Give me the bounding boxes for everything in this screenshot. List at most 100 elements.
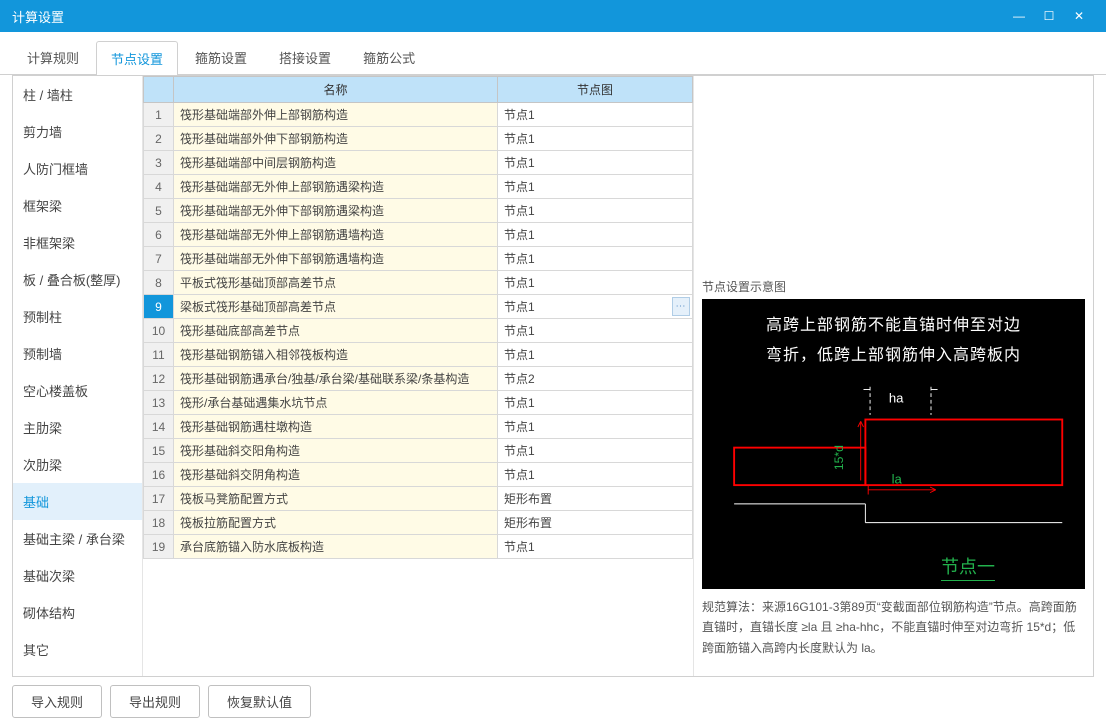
- table-row[interactable]: 6筏形基础端部无外伸上部钢筋遇墙构造节点1: [144, 223, 693, 247]
- row-diagram-cell[interactable]: 节点1: [498, 223, 693, 247]
- sidebar-item-5[interactable]: 板 / 叠合板(整厚): [13, 261, 142, 298]
- table-row[interactable]: 11筏形基础钢筋锚入相邻筏板构造节点1: [144, 343, 693, 367]
- sidebar-item-1[interactable]: 剪力墙: [13, 113, 142, 150]
- bottom-bar: 导入规则 导出规则 恢复默认值: [0, 685, 1106, 728]
- tab-3[interactable]: 搭接设置: [264, 40, 346, 74]
- table-row[interactable]: 1筏形基础端部外伸上部钢筋构造节点1: [144, 103, 693, 127]
- maximize-button[interactable]: ☐: [1034, 0, 1064, 32]
- table-row[interactable]: 3筏形基础端部中间层钢筋构造节点1: [144, 151, 693, 175]
- import-button[interactable]: 导入规则: [12, 685, 102, 718]
- row-diagram-cell[interactable]: 节点1: [498, 175, 693, 199]
- table-row[interactable]: 15筏形基础斜交阳角构造节点1: [144, 439, 693, 463]
- row-name: 筏形基础端部无外伸下部钢筋遇墙构造: [174, 247, 498, 271]
- row-diagram-cell[interactable]: 节点1: [498, 535, 693, 559]
- col-index-header: [144, 77, 174, 103]
- row-name: 梁板式筏形基础顶部高差节点: [174, 295, 498, 319]
- row-name: 筏形基础钢筋锚入相邻筏板构造: [174, 343, 498, 367]
- table-row[interactable]: 8平板式筏形基础顶部高差节点节点1: [144, 271, 693, 295]
- tab-4[interactable]: 箍筋公式: [348, 40, 430, 74]
- row-number: 5: [144, 199, 174, 223]
- row-diagram-cell[interactable]: 矩形布置: [498, 511, 693, 535]
- sidebar-item-0[interactable]: 柱 / 墙柱: [13, 76, 142, 113]
- col-diagram-header: 节点图: [498, 77, 693, 103]
- sidebar-item-4[interactable]: 非框架梁: [13, 224, 142, 261]
- sidebar-item-9[interactable]: 主肋梁: [13, 409, 142, 446]
- row-diagram-cell[interactable]: 节点1: [498, 439, 693, 463]
- row-name: 筏形基础端部中间层钢筋构造: [174, 151, 498, 175]
- node-table: 名称 节点图 1筏形基础端部外伸上部钢筋构造节点12筏形基础端部外伸下部钢筋构造…: [143, 76, 693, 559]
- sidebar-item-15[interactable]: 其它: [13, 631, 142, 668]
- row-diagram-cell[interactable]: 节点1: [498, 319, 693, 343]
- tab-0[interactable]: 计算规则: [12, 40, 94, 74]
- sidebar-item-7[interactable]: 预制墙: [13, 335, 142, 372]
- row-number: 14: [144, 415, 174, 439]
- sidebar-item-11[interactable]: 基础: [13, 483, 142, 520]
- sidebar-item-13[interactable]: 基础次梁: [13, 557, 142, 594]
- figure-text-2: 弯折，低跨上部钢筋伸入高跨板内: [712, 341, 1075, 371]
- row-diagram-cell[interactable]: 矩形布置: [498, 487, 693, 511]
- table-row[interactable]: 2筏形基础端部外伸下部钢筋构造节点1: [144, 127, 693, 151]
- table-row[interactable]: 19承台底筋锚入防水底板构造节点1: [144, 535, 693, 559]
- row-diagram-cell[interactable]: 节点1: [498, 343, 693, 367]
- row-number: 4: [144, 175, 174, 199]
- row-diagram-cell[interactable]: 节点1: [498, 247, 693, 271]
- table-row[interactable]: 18筏板拉筋配置方式矩形布置: [144, 511, 693, 535]
- sidebar-item-3[interactable]: 框架梁: [13, 187, 142, 224]
- reset-button[interactable]: 恢复默认值: [208, 685, 311, 718]
- sidebar-item-10[interactable]: 次肋梁: [13, 446, 142, 483]
- row-diagram-cell[interactable]: 节点1: [498, 415, 693, 439]
- sidebar-item-2[interactable]: 人防门框墙: [13, 150, 142, 187]
- row-diagram-cell[interactable]: 节点1⋯: [498, 295, 693, 319]
- row-name: 承台底筋锚入防水底板构造: [174, 535, 498, 559]
- row-diagram-cell[interactable]: 节点1: [498, 271, 693, 295]
- row-diagram-cell[interactable]: 节点1: [498, 103, 693, 127]
- table-row[interactable]: 7筏形基础端部无外伸下部钢筋遇墙构造节点1: [144, 247, 693, 271]
- row-number: 15: [144, 439, 174, 463]
- row-number: 2: [144, 127, 174, 151]
- table-row[interactable]: 16筏形基础斜交阴角构造节点1: [144, 463, 693, 487]
- sidebar-item-6[interactable]: 预制柱: [13, 298, 142, 335]
- tab-2[interactable]: 箍筋设置: [180, 40, 262, 74]
- table-row[interactable]: 9梁板式筏形基础顶部高差节点节点1⋯: [144, 295, 693, 319]
- minimize-button[interactable]: —: [1004, 0, 1034, 32]
- table-row[interactable]: 17筏板马凳筋配置方式矩形布置: [144, 487, 693, 511]
- diagram-svg: ha 15*d la: [712, 382, 1075, 532]
- sidebar-item-8[interactable]: 空心楼盖板: [13, 372, 142, 409]
- sidebar-item-14[interactable]: 砌体结构: [13, 594, 142, 631]
- sidebar-item-12[interactable]: 基础主梁 / 承台梁: [13, 520, 142, 557]
- sidebar: 柱 / 墙柱剪力墙人防门框墙框架梁非框架梁板 / 叠合板(整厚)预制柱预制墙空心…: [13, 76, 143, 676]
- row-name: 筏形基础钢筋遇承台/独基/承台梁/基础联系梁/条基构造: [174, 367, 498, 391]
- row-number: 1: [144, 103, 174, 127]
- row-number: 6: [144, 223, 174, 247]
- table-row[interactable]: 12筏形基础钢筋遇承台/独基/承台梁/基础联系梁/条基构造节点2: [144, 367, 693, 391]
- tab-1[interactable]: 节点设置: [96, 41, 178, 75]
- close-button[interactable]: ✕: [1064, 0, 1094, 32]
- table-row[interactable]: 4筏形基础端部无外伸上部钢筋遇梁构造节点1: [144, 175, 693, 199]
- row-diagram-cell[interactable]: 节点1: [498, 151, 693, 175]
- ellipsis-button[interactable]: ⋯: [672, 297, 690, 316]
- row-number: 7: [144, 247, 174, 271]
- export-button[interactable]: 导出规则: [110, 685, 200, 718]
- row-diagram-cell[interactable]: 节点1: [498, 127, 693, 151]
- row-diagram-cell[interactable]: 节点2: [498, 367, 693, 391]
- row-number: 12: [144, 367, 174, 391]
- table-wrap: 名称 节点图 1筏形基础端部外伸上部钢筋构造节点12筏形基础端部外伸下部钢筋构造…: [143, 76, 693, 676]
- row-diagram-cell[interactable]: 节点1: [498, 391, 693, 415]
- table-row[interactable]: 5筏形基础端部无外伸下部钢筋遇梁构造节点1: [144, 199, 693, 223]
- table-row[interactable]: 14筏形基础钢筋遇柱墩构造节点1: [144, 415, 693, 439]
- row-name: 筏形基础端部无外伸下部钢筋遇梁构造: [174, 199, 498, 223]
- row-diagram-cell[interactable]: 节点1: [498, 199, 693, 223]
- row-name: 筏形基础端部外伸上部钢筋构造: [174, 103, 498, 127]
- preview-header: 节点设置示意图: [702, 276, 1085, 299]
- row-number: 18: [144, 511, 174, 535]
- row-name: 筏形基础斜交阴角构造: [174, 463, 498, 487]
- svg-text:la: la: [892, 471, 903, 486]
- table-row[interactable]: 10筏形基础底部高差节点节点1: [144, 319, 693, 343]
- svg-text:15*d: 15*d: [832, 445, 846, 470]
- col-name-header: 名称: [174, 77, 498, 103]
- figure-title: 节点一: [941, 553, 995, 581]
- row-diagram-cell[interactable]: 节点1: [498, 463, 693, 487]
- row-name: 筏形基础钢筋遇柱墩构造: [174, 415, 498, 439]
- table-row[interactable]: 13筏形/承台基础遇集水坑节点节点1: [144, 391, 693, 415]
- titlebar: 计算设置 — ☐ ✕: [0, 0, 1106, 32]
